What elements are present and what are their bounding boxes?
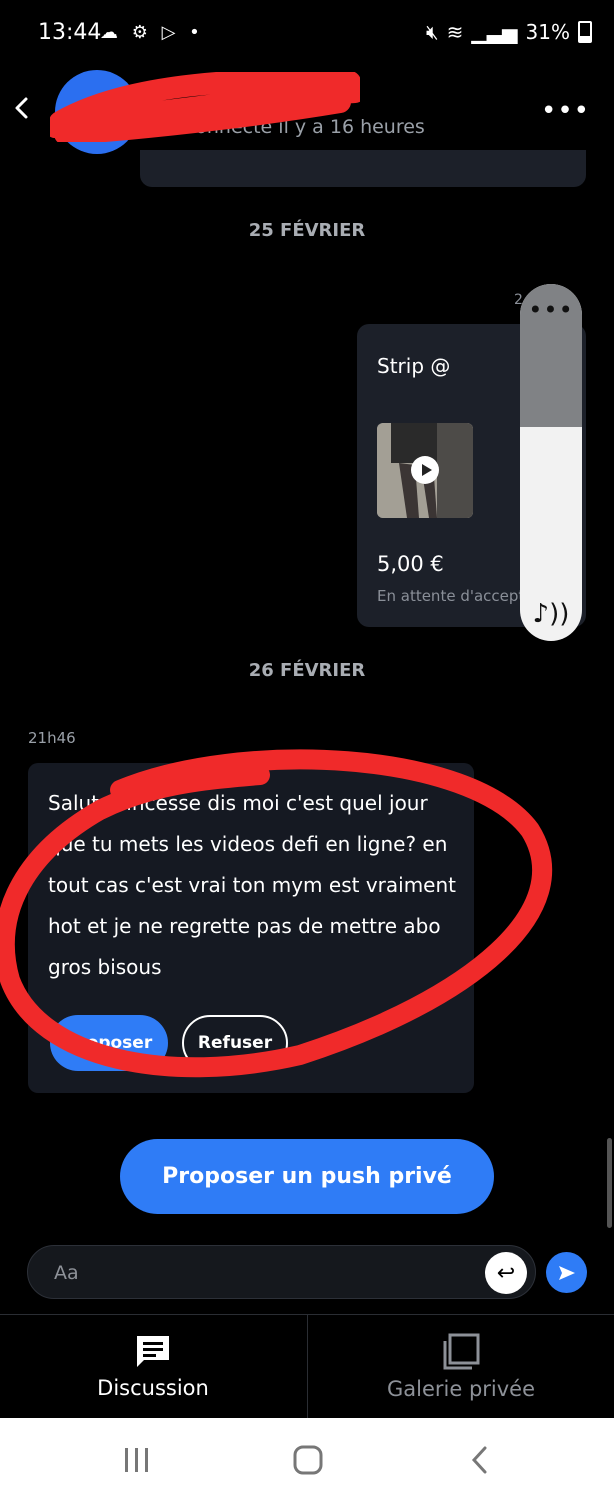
date-separator: 25 FÉVRIER	[248, 220, 366, 241]
tab-label: Discussion	[97, 1376, 209, 1400]
play-icon[interactable]	[411, 456, 439, 484]
volume-options-icon[interactable]: •••	[520, 296, 582, 324]
scrollbar[interactable]	[607, 1138, 612, 1228]
gallery-icon	[443, 1333, 480, 1370]
status-time: 13:44	[38, 20, 102, 45]
battery-percent: 31%	[525, 20, 570, 44]
status-notification-icons: ☁ ⚙ ▷ •	[100, 22, 204, 43]
back-arrow-icon[interactable]	[10, 96, 34, 120]
battery-icon	[578, 21, 592, 43]
tab-discussion[interactable]: Discussion	[0, 1315, 306, 1419]
propose-button[interactable]: Proposer	[50, 1015, 168, 1071]
music-volume-icon[interactable]: ♪))	[520, 599, 582, 629]
send-icon	[558, 1265, 575, 1280]
recent-apps-icon[interactable]	[107, 1440, 167, 1480]
message-input[interactable]	[52, 1258, 456, 1288]
offer-title: Strip @	[377, 354, 451, 378]
chat-icon	[137, 1336, 169, 1367]
android-navigation-bar	[0, 1418, 614, 1500]
mute-icon: 🔇︎	[426, 20, 439, 44]
signal-icon: ▁▃▅	[471, 20, 518, 44]
previous-message-bubble	[140, 150, 586, 187]
status-right-group: 🔇︎ ≋ ▁▃▅ 31%	[426, 20, 592, 44]
refuse-button[interactable]: Refuser	[182, 1015, 288, 1071]
more-options-icon[interactable]: •••	[541, 96, 590, 126]
send-button[interactable]	[546, 1252, 587, 1293]
video-thumbnail[interactable]	[377, 423, 473, 518]
incoming-message-bubble: Salut princesse dis moi c'est quel jour …	[28, 763, 474, 1093]
nav-back-icon[interactable]	[450, 1440, 510, 1480]
propose-private-push-button[interactable]: Proposer un push privé	[120, 1139, 494, 1214]
date-separator: 26 FÉVRIER	[248, 660, 366, 681]
volume-panel[interactable]: ••• ♪))	[520, 284, 582, 641]
bottom-tab-bar: Discussion Galerie privée	[0, 1314, 614, 1419]
home-icon[interactable]	[278, 1440, 338, 1480]
reply-all-icon[interactable]: ↩︎	[485, 1252, 527, 1294]
message-time: 21h46	[28, 729, 76, 747]
offer-price: 5,00 €	[377, 552, 444, 576]
message-composer: ↩︎	[27, 1245, 536, 1299]
redaction-scribble	[50, 72, 360, 142]
tab-private-gallery[interactable]: Galerie privée	[308, 1315, 614, 1419]
wifi-icon: ≋	[446, 20, 464, 44]
tab-label: Galerie privée	[386, 1377, 536, 1401]
message-text: Salut princesse dis moi c'est quel jour …	[48, 791, 456, 979]
